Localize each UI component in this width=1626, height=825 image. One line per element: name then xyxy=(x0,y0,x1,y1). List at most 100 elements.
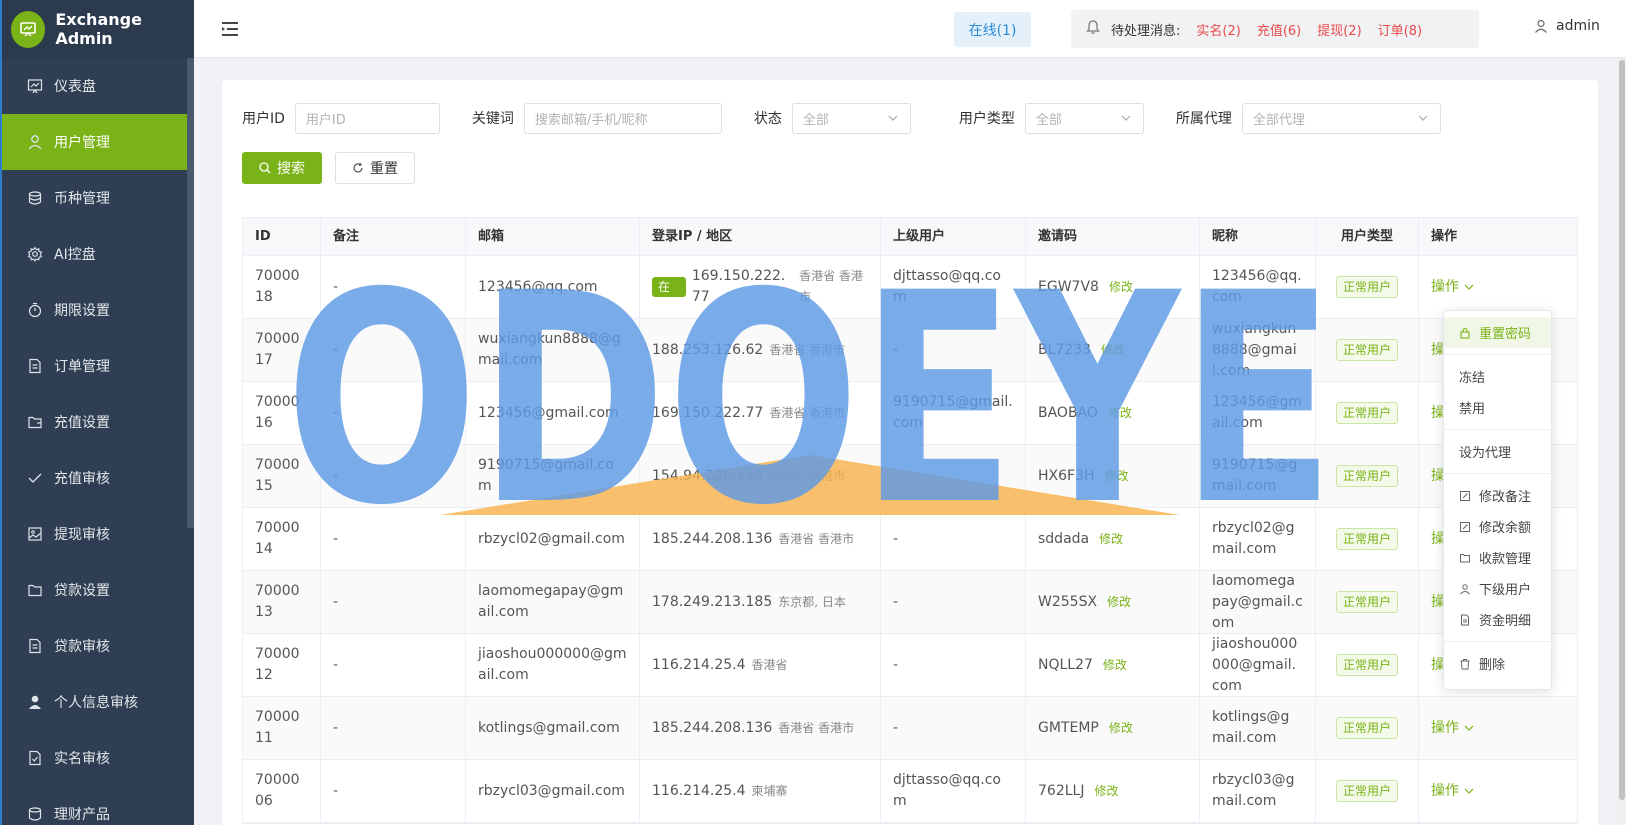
menu-divider xyxy=(1444,473,1551,474)
cell-note: - xyxy=(321,319,466,381)
column-header[interactable]: 邀请码 xyxy=(1026,218,1200,255)
column-header[interactable]: 昵称 xyxy=(1200,218,1316,255)
sidebar-item-5[interactable]: 订单管理 xyxy=(2,338,194,394)
ip-region: 香港省 香港市 xyxy=(778,720,855,735)
user-icon xyxy=(26,133,44,151)
sidebar-item-0[interactable]: 仪表盘 xyxy=(2,58,194,114)
reset-button[interactable]: 重置 xyxy=(335,152,415,184)
cell-nickname: 9190715@gmail.com xyxy=(1200,445,1316,507)
dropdown-item[interactable]: 收款管理 xyxy=(1444,542,1551,573)
user-type-select[interactable]: 全部 xyxy=(1024,102,1144,134)
dropdown-item-label: 修改备注 xyxy=(1479,490,1532,505)
edit-invite-code-link[interactable]: 修改 xyxy=(1099,529,1123,550)
operation-dropdown-trigger[interactable]: 操作 xyxy=(1431,277,1474,298)
dropdown-item[interactable]: 重置密码 xyxy=(1444,317,1551,348)
sidebar-scrollbar[interactable] xyxy=(187,58,194,528)
pending-withdraw-link[interactable]: 提现(2) xyxy=(1317,20,1361,39)
sidebar-item-8[interactable]: 提现审核 xyxy=(2,506,194,562)
sidebar-item-9[interactable]: 贷款设置 xyxy=(2,562,194,618)
cell-parent: - xyxy=(881,571,1026,633)
operation-dropdown-trigger[interactable]: 操作 xyxy=(1431,781,1474,802)
cell-id: 7000016 xyxy=(243,382,321,444)
sidebar-item-12[interactable]: 实名审核 xyxy=(2,730,194,786)
dropdown-item[interactable]: 删除 xyxy=(1444,648,1551,679)
dropdown-item[interactable]: 资金明细 xyxy=(1444,604,1551,635)
edit-invite-code-link[interactable]: 修改 xyxy=(1094,781,1118,802)
agent-select[interactable]: 全部代理 xyxy=(1241,102,1441,134)
ip-region: 东京都, 日本 xyxy=(778,594,846,609)
cell-invite-code: EGW7V8 修改 xyxy=(1026,256,1200,318)
edit-invite-code-link[interactable]: 修改 xyxy=(1105,466,1129,487)
header: 在线(1) 待处理消息: 实名(2) 充值(6) 提现(2) 订单(8) adm… xyxy=(194,0,1626,58)
sidebar-item-1[interactable]: 用户管理 xyxy=(2,114,194,170)
dropdown-item[interactable]: 修改余额 xyxy=(1444,511,1551,542)
sidebar-item-11[interactable]: 个人信息审核 xyxy=(2,674,194,730)
edit-invite-code-link[interactable]: 修改 xyxy=(1108,403,1132,424)
ip-region: 香港省 香港市 xyxy=(769,342,846,357)
menu-toggle-icon[interactable] xyxy=(222,22,240,36)
keyword-input[interactable]: 搜索邮箱/手机/昵称 xyxy=(523,102,722,134)
pending-recharge-link[interactable]: 充值(6) xyxy=(1257,20,1301,39)
sidebar-item-10[interactable]: 贷款审核 xyxy=(2,618,194,674)
filter-bar: 用户ID 用户ID 关键词 搜索邮箱/手机/昵称 状态 全部 用户类型 全部 所… xyxy=(242,102,1441,134)
brand[interactable]: Exchange Admin xyxy=(2,0,194,58)
pending-order-link[interactable]: 订单(8) xyxy=(1378,20,1422,39)
user-id-input[interactable]: 用户ID xyxy=(294,102,440,134)
dropdown-item-label: 下级用户 xyxy=(1479,583,1532,598)
dropdown-item[interactable]: 禁用 xyxy=(1444,392,1551,423)
page-scrollbar[interactable] xyxy=(1618,58,1626,825)
edit-invite-code-link[interactable]: 修改 xyxy=(1109,277,1133,298)
main-card: 用户ID 用户ID 关键词 搜索邮箱/手机/昵称 状态 全部 用户类型 全部 所… xyxy=(222,80,1598,825)
page-scrollbar-thumb[interactable] xyxy=(1619,60,1625,800)
cell-invite-code: HX6F3H 修改 xyxy=(1026,445,1200,507)
cell-parent: djttasso@qq.com xyxy=(881,760,1026,822)
sidebar-item-6[interactable]: 充值设置 xyxy=(2,394,194,450)
database-icon xyxy=(26,189,44,207)
dropdown-item[interactable]: 下级用户 xyxy=(1444,573,1551,604)
invite-code: BL7233 xyxy=(1038,341,1092,358)
column-header[interactable]: 用户类型 xyxy=(1316,218,1419,255)
chevron-down-icon xyxy=(1464,786,1474,796)
edit-invite-code-link[interactable]: 修改 xyxy=(1103,655,1127,676)
column-header[interactable]: ID xyxy=(243,218,321,255)
online-count-badge[interactable]: 在线(1) xyxy=(954,12,1031,47)
sidebar-item-7[interactable]: 充值审核 xyxy=(2,450,194,506)
sidebar-item-2[interactable]: 币种管理 xyxy=(2,170,194,226)
cell-parent: 9190715@gmail.com xyxy=(881,382,1026,444)
cell-note: - xyxy=(321,508,466,570)
search-button[interactable]: 搜索 xyxy=(242,152,322,184)
status-value: 全部 xyxy=(802,112,829,128)
sidebar-item-3[interactable]: AI控盘 xyxy=(2,226,194,282)
menu-divider xyxy=(1444,641,1551,642)
user-type-label: 用户类型 xyxy=(958,111,1015,127)
sidebar-item-label: 充值设置 xyxy=(54,415,110,431)
table-row: 7000014- rbzycl02@gmail.com 185.244.208.13… xyxy=(243,508,1577,571)
user-menu[interactable]: admin xyxy=(1534,18,1600,34)
cell-note: - xyxy=(321,256,466,318)
column-header[interactable]: 登录IP / 地区 xyxy=(640,218,881,255)
status-select[interactable]: 全部 xyxy=(791,102,911,134)
edit-invite-code-link[interactable]: 修改 xyxy=(1109,718,1133,739)
cell-nickname: 123456@gmail.com xyxy=(1200,382,1316,444)
dropdown-item[interactable]: 设为代理 xyxy=(1444,436,1551,467)
sidebar-item-13[interactable]: 理财产品 xyxy=(2,786,194,825)
keyword-placeholder: 搜索邮箱/手机/昵称 xyxy=(534,112,648,128)
column-header[interactable]: 备注 xyxy=(321,218,466,255)
invite-code: W255SX xyxy=(1038,593,1098,610)
dashboard-icon xyxy=(26,77,44,95)
column-header[interactable]: 邮箱 xyxy=(466,218,640,255)
pending-realname-link[interactable]: 实名(2) xyxy=(1196,20,1240,39)
cell-email: laomomegapay@gmail.com xyxy=(466,571,640,633)
online-tag: 在线 xyxy=(652,277,686,314)
edit-invite-code-link[interactable]: 修改 xyxy=(1101,340,1125,361)
user-type-tag: 正常用户 xyxy=(1335,717,1398,739)
operation-dropdown-trigger[interactable]: 操作 xyxy=(1431,718,1474,739)
sidebar-item-4[interactable]: 期限设置 xyxy=(2,282,194,338)
sidebar-item-label: 贷款审核 xyxy=(54,639,110,655)
dropdown-item[interactable]: 冻结 xyxy=(1444,361,1551,392)
dropdown-item[interactable]: 修改备注 xyxy=(1444,480,1551,511)
cell-email: kotlings@gmail.com xyxy=(466,697,640,759)
column-header[interactable]: 上级用户 xyxy=(881,218,1026,255)
column-header[interactable]: 操作 xyxy=(1419,218,1535,255)
edit-invite-code-link[interactable]: 修改 xyxy=(1107,592,1131,613)
